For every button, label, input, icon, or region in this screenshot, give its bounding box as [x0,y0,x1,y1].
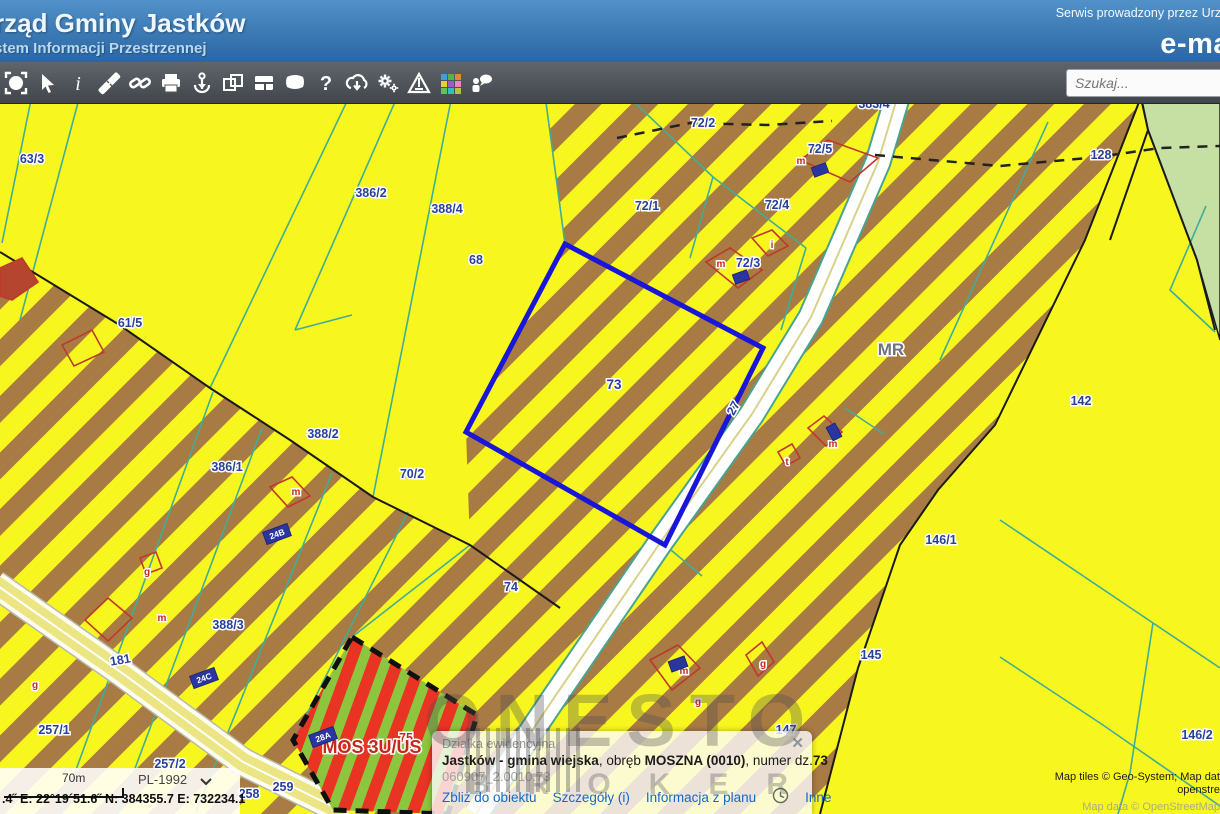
chevron-down-icon[interactable] [200,775,212,789]
compare-frames-icon[interactable] [217,67,248,99]
map-red-label-m: m [717,259,726,270]
history-clock-icon[interactable] [772,787,789,807]
map-attribution: Map tiles © Geo-System; Map dat openstre [1055,771,1220,799]
parcel-label-68: 68 [469,253,483,267]
scale-distance: 70m [62,771,85,785]
popup-parcel-description: Jastków - gmina wiejska, obręb MOSZNA (0… [442,753,802,768]
osm-attribution: Map data © OpenStreetMap [1082,801,1220,813]
pointer-icon[interactable] [31,67,62,99]
parcel-label-383-4: 383/4 [858,103,889,111]
page-subtitle: stem Informacji Przestrzennej [0,40,207,57]
svg-text:i: i [75,73,81,94]
popup-parcel-code: 060907_2.0010.73 [442,769,802,784]
parcel-label-386-1: 386/1 [211,460,242,474]
declination-triangle-icon[interactable] [403,67,434,99]
other-link[interactable]: Inne [805,790,831,805]
details-link[interactable]: Szczegóły (i) [553,790,630,805]
crs-selector[interactable]: PL-1992 [138,772,187,787]
feedback-bubble-icon[interactable] [279,67,310,99]
gis-application: 63/3 386/2 388/4 68 61/5 388/2 386/1 70/2 72/2 38… [0,0,1220,814]
page-title: rząd Gminy Jastków [0,8,245,39]
info-icon[interactable]: i [62,67,93,99]
zoom-extent-icon[interactable] [0,67,31,99]
scale-widget: 70m PL-1992 .4˝ E: 22°19´51.6˝ N: 384355… [0,768,240,814]
popup-links: Zbliż do obiektu Szczegóły (i) Informacj… [442,787,802,807]
popup-municipality: Jastków - gmina wiejska [442,753,599,768]
parcel-label-MR: MR [878,340,904,359]
parcel-label-73: 73 [606,377,622,392]
map-red-label-g: g [760,659,766,670]
parcel-label-257-1: 257/1 [38,723,69,737]
header-bar: rząd Gminy Jastków stem Informacji Przes… [0,0,1220,62]
toolbar: i? [0,62,1220,104]
map-red-label-i: i [771,240,774,251]
print-icon[interactable] [155,67,186,99]
layout-panels-icon[interactable] [248,67,279,99]
attribution-line2: openstre [1177,784,1220,796]
parcel-label-61-5: 61/5 [118,316,142,330]
map-red-label-g: g [32,680,38,691]
parcel-label-146-2: 146/2 [1181,728,1212,742]
parcel-label-388-4: 388/4 [431,202,462,216]
parcel-label-145: 145 [861,648,882,662]
parcel-label-72-2: 72/2 [691,116,715,130]
search-input[interactable] [1066,69,1220,97]
cursor-coordinates: .4˝ E: 22°19´51.6˝ N: 384355.7 E: 732234… [2,792,245,806]
plan-info-link[interactable]: Informacja z planu [646,790,756,805]
measure-icon[interactable] [93,67,124,99]
parcel-label-72-5: 72/5 [808,142,832,156]
service-note: Serwis prowadzony przez Urzą [1056,6,1220,20]
map-red-label-g: g [144,567,150,578]
popup-title: Działka ewidencyjna [442,737,802,751]
anchor-icon[interactable] [186,67,217,99]
parcel-label-72-3: 72/3 [736,256,760,270]
parcel-label-146-1: 146/1 [925,533,956,547]
parcel-label-74: 74 [504,580,518,594]
parcel-label-128: 128 [1091,148,1112,162]
map-canvas[interactable]: 63/3 386/2 388/4 68 61/5 388/2 386/1 70/2 72/2 38… [0,103,1220,814]
cloud-download-icon[interactable] [341,67,372,99]
attribution-line1: Map tiles © Geo-System; Map dat [1055,771,1220,783]
layers-palette-icon[interactable] [434,67,465,99]
parcel-label-259: 259 [273,780,294,794]
map-red-label-m: m [158,613,167,624]
parcel-label-72-1: 72/1 [635,199,659,213]
parcel-label-142: 142 [1071,394,1092,408]
parcel-info-popup: Działka ewidencyjna ✕ Jastków - gmina wi… [432,731,812,814]
emapa-logo[interactable]: e-ma [1160,28,1220,61]
user-feedback-icon[interactable] [465,67,496,99]
parcel-label-63-3: 63/3 [20,152,44,166]
svg-text:?: ? [319,73,331,94]
parcel-label-70-2: 70/2 [400,467,424,481]
help-icon[interactable]: ? [310,67,341,99]
parcel-label-386-2: 386/2 [355,186,386,200]
map-red-label-MOS-3U-US: MOS 3U/US [322,737,421,757]
map-red-label-m: m [292,487,301,498]
popup-parcel-number: 73 [813,753,828,768]
close-icon[interactable]: ✕ [791,736,804,751]
zoom-to-object-link[interactable]: Zbliż do obiektu [442,790,537,805]
popup-obreb: MOSZNA (0010) [645,753,746,768]
settings-gears-icon[interactable] [372,67,403,99]
link-icon[interactable] [124,67,155,99]
parcel-label-72-4: 72/4 [765,198,789,212]
map-red-label-g: g [695,697,701,708]
parcel-label-388-2: 388/2 [307,427,338,441]
parcel-label-388-3: 388/3 [212,618,243,632]
map-red-label-m: m [797,156,806,167]
